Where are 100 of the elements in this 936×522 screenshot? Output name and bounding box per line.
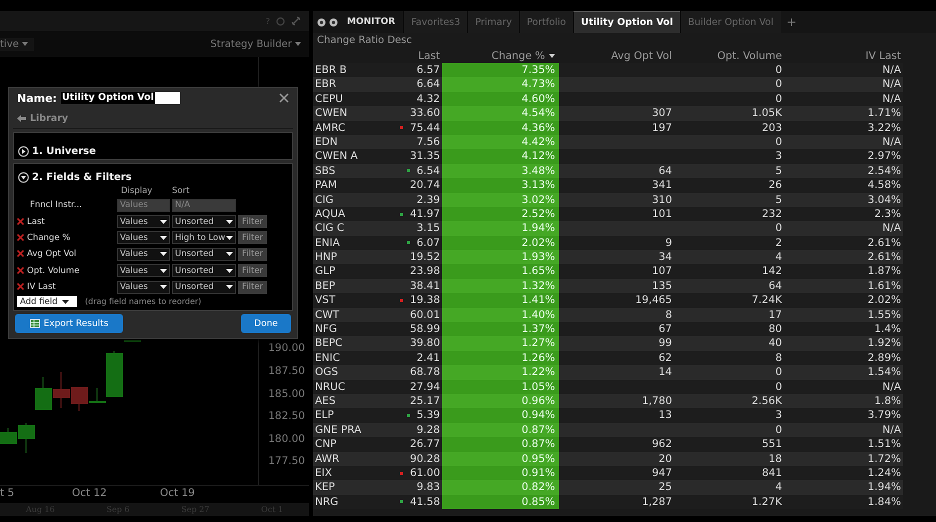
table-cell: N/A [882, 78, 901, 90]
symbol-cell: AMRC [315, 122, 346, 134]
table-cell: 39.80 [410, 336, 440, 351]
table-cell: 962 [652, 438, 672, 450]
export-results-button[interactable]: Export Results [15, 314, 123, 333]
candle [35, 376, 52, 410]
filter-button[interactable]: Filter [238, 264, 268, 278]
sort-dropdown[interactable]: Unsorted [172, 248, 236, 261]
display-dropdown[interactable]: Values [117, 215, 170, 228]
section-header[interactable]: 2. Fields & Filters [14, 164, 292, 185]
remove-icon[interactable] [17, 283, 24, 290]
symbol-cell: KEP [315, 481, 335, 494]
tab[interactable]: Utility Option Vol [573, 11, 680, 33]
field-name[interactable]: Fnncl Instr... [27, 200, 115, 210]
field-name[interactable]: Last [27, 216, 115, 227]
table-cell: 4.60% [522, 92, 555, 105]
table-cell: 27.94 [410, 380, 440, 394]
remove-icon[interactable] [17, 250, 24, 258]
sort-dropdown[interactable]: Unsorted [172, 215, 236, 228]
table-cell: 3.02% [522, 194, 555, 206]
table-cell: 7.35% [522, 64, 555, 76]
price-axis-label: 187.50 [267, 364, 306, 380]
table-cell: 68.78 [410, 365, 440, 380]
section-header[interactable]: 1. Universe [14, 143, 100, 159]
table-cell: 142 [762, 265, 782, 278]
table-cell: 4 [775, 251, 782, 264]
symbol-cell: CNP [315, 438, 337, 450]
display-dropdown[interactable]: Values [117, 248, 170, 261]
table-cell: 20 [658, 452, 672, 465]
table-cell: 841 [762, 466, 782, 479]
field-name[interactable]: Avg Opt Vol [27, 249, 115, 260]
table-cell: 6.54 [416, 164, 440, 178]
table-cell: 2.89% [868, 352, 901, 364]
date-axis-label: Oct 12 [72, 487, 107, 499]
name-label: Name: [17, 92, 57, 104]
sort-dropdown[interactable]: Unsorted [172, 264, 236, 278]
table-cell: 1.26% [522, 352, 555, 364]
remove-icon[interactable] [17, 266, 24, 274]
symbol-cell: AQUA [315, 208, 346, 220]
sort-dropdown[interactable]: Unsorted [172, 280, 236, 294]
remove-icon[interactable] [17, 218, 24, 225]
back-arrow-icon [17, 114, 26, 122]
sort-field: N/A [172, 198, 236, 212]
table-cell: N/A [882, 64, 901, 76]
filter-button[interactable]: Filter [238, 248, 268, 261]
remove-icon[interactable] [17, 234, 24, 241]
table-cell: 2.97% [868, 150, 901, 162]
table-cell: 67 [658, 323, 672, 336]
table-cell: 0.85% [522, 496, 555, 508]
table-cell: 2 [775, 236, 782, 249]
display-dropdown[interactable]: Values [117, 231, 170, 244]
column-header[interactable]: Change % [491, 50, 545, 62]
filter-button[interactable]: Filter [238, 215, 268, 228]
symbol-cell: OGS [315, 366, 338, 378]
circle-icon[interactable] [317, 18, 326, 26]
table-cell: 3 [775, 150, 782, 162]
table-cell: 6.07 [416, 236, 440, 250]
table-cell: 4.32 [416, 92, 440, 106]
table-cell: 1.93% [522, 251, 555, 264]
table-cell: 551 [762, 438, 782, 450]
display-dropdown[interactable]: Values [117, 280, 170, 294]
display-dropdown[interactable]: Values [117, 264, 170, 278]
table-cell: 2.56K [752, 394, 782, 407]
table-cell: 3.22% [868, 122, 901, 134]
table-cell: 34 [658, 251, 672, 264]
name-input[interactable]: Utility Option Vol [60, 92, 180, 104]
caret-icon [160, 268, 167, 273]
field-name[interactable]: Opt. Volume [27, 266, 115, 276]
column-header[interactable]: Opt. Volume [717, 50, 782, 62]
circle-icon[interactable] [329, 18, 338, 26]
table-cell: 99 [658, 337, 672, 350]
add-tab-button[interactable]: + [780, 15, 803, 29]
table-cell: 0 [775, 64, 782, 76]
column-header[interactable]: Last [418, 50, 440, 63]
table-cell: 6.57 [416, 63, 440, 78]
sort-dropdown[interactable]: High to Low [172, 231, 236, 244]
filter-button[interactable]: Filter [238, 280, 268, 294]
field-name[interactable]: IV Last [27, 282, 115, 292]
library-link[interactable]: Library [13, 108, 293, 129]
field-name[interactable]: Change % [27, 232, 115, 243]
price-axis-label: 190.00 [267, 341, 306, 356]
table-cell: 8 [775, 352, 782, 364]
add-field-dropdown[interactable]: Add field [17, 296, 77, 308]
symbol-cell: EBR B [315, 64, 347, 76]
caret-icon [160, 236, 167, 240]
close-icon[interactable] [279, 93, 289, 103]
table-cell: 1.71% [868, 107, 901, 120]
table-cell: 61.00 [410, 466, 440, 480]
strategy-dropdown[interactable]: Strategy Builder [210, 38, 301, 50]
table-cell: 19,465 [635, 294, 672, 306]
table-cell: 33.60 [410, 106, 440, 121]
table-cell: 2.39 [416, 192, 440, 207]
symbol-cell: BEP [315, 280, 336, 292]
column-header[interactable]: Avg Opt Vol [611, 50, 672, 62]
filter-button[interactable]: Filter [238, 231, 268, 244]
done-button[interactable]: Done [241, 314, 291, 333]
table-cell: 310 [652, 194, 672, 206]
mode-dropdown[interactable]: tive [0, 38, 34, 51]
column-header[interactable]: IV Last [866, 50, 901, 62]
table-cell: 4.58% [868, 179, 901, 192]
